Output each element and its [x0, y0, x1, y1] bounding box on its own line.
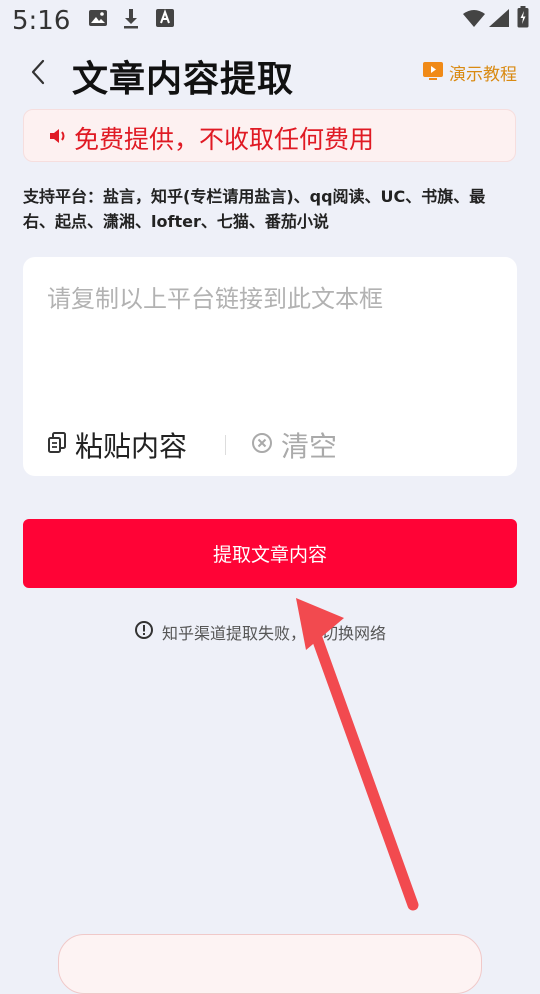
- status-bar: 5:16: [0, 0, 540, 44]
- clear-label: 清空: [281, 430, 338, 463]
- back-button[interactable]: [22, 56, 54, 88]
- font-icon: [155, 8, 175, 32]
- image-icon: [88, 8, 108, 32]
- network-notice: 知乎渠道提取失败，请切换网络: [134, 620, 386, 644]
- alert-icon: [134, 620, 154, 644]
- page-title: 文章内容提取: [72, 59, 295, 100]
- bottom-card[interactable]: [58, 934, 482, 994]
- chevron-left-icon: [31, 59, 45, 85]
- wifi-icon: [463, 9, 485, 31]
- speaker-icon: [48, 126, 68, 150]
- video-tutorial-icon: [423, 61, 443, 85]
- paste-label: 粘贴内容: [75, 430, 188, 463]
- action-divider: [225, 435, 226, 455]
- tutorial-label: 演示教程: [449, 65, 517, 85]
- battery-icon: [517, 6, 529, 32]
- link-input-card: 粘贴内容 清空: [23, 257, 517, 476]
- notice-text: 知乎渠道提取失败，请切换网络: [162, 624, 387, 643]
- download-icon: [121, 8, 141, 34]
- supported-platforms-text: 支持平台：盐言，知乎(专栏请用盐言)、qq阅读、UC、书旗、最右、起点、潇湘、l…: [23, 187, 486, 231]
- free-banner: 免费提供，不收取任何费用: [23, 109, 516, 162]
- tutorial-link[interactable]: 演示教程: [423, 60, 517, 85]
- clear-icon: [251, 432, 273, 458]
- clipboard-icon: [47, 432, 67, 458]
- status-time: 5:16: [12, 6, 71, 36]
- paste-button[interactable]: 粘贴内容: [47, 425, 187, 465]
- clear-button[interactable]: 清空: [251, 425, 337, 465]
- signal-icon: [489, 9, 509, 31]
- free-banner-text: 免费提供，不收取任何费用: [74, 125, 375, 154]
- link-input[interactable]: [47, 279, 495, 399]
- extract-article-button[interactable]: 提取文章内容: [23, 519, 517, 588]
